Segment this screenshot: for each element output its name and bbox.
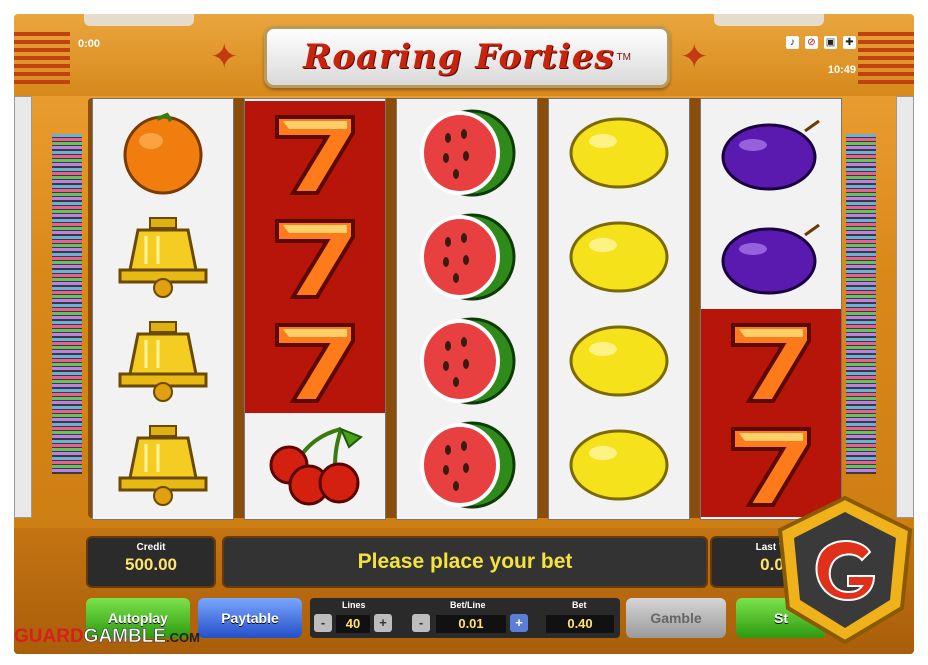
bet-value: 0.40 (546, 615, 614, 633)
guardgamble-badge-icon (777, 495, 913, 645)
watermelon-symbol-icon (397, 101, 537, 205)
lemon-symbol-icon (549, 101, 689, 205)
status-icons: ♪ ⊘ ▣ ✚ (786, 36, 856, 49)
reel-3 (396, 98, 538, 520)
game-logo: Roaring Forties TM (264, 26, 670, 88)
reel-5 (700, 98, 842, 520)
top-tab-right (714, 14, 824, 26)
watermark-part-1: GUARD (14, 626, 84, 647)
credit-value: 500.00 (125, 555, 177, 574)
gamble-button[interactable]: Gamble (626, 598, 726, 638)
betline-minus-button[interactable]: - (412, 614, 430, 632)
orange-symbol-icon (93, 101, 233, 205)
watermelon-symbol-icon (397, 205, 537, 309)
lines-minus-button[interactable]: - (314, 614, 332, 632)
fullscreen-icon[interactable]: ▣ (824, 36, 837, 49)
sparkle-star-icon: ✦ (680, 38, 709, 76)
bell-symbol-icon (93, 205, 233, 309)
credit-label: Credit (136, 542, 166, 553)
settings-icon[interactable]: ✚ (843, 36, 856, 49)
lemon-symbol-icon (549, 413, 689, 517)
session-timer: 0:00 (78, 38, 101, 50)
bet-label: Bet (572, 600, 587, 610)
plum-symbol-icon (701, 101, 841, 205)
music-icon[interactable]: ♪ (786, 36, 799, 49)
seven-symbol-icon (701, 309, 841, 413)
watermark-part-3: .COM (166, 630, 200, 645)
watermelon-symbol-icon (397, 309, 537, 413)
reel-2 (244, 98, 386, 520)
reel-area (88, 98, 842, 520)
plum-symbol-icon (701, 205, 841, 309)
lines-value: 40 (336, 615, 370, 633)
seven-symbol-icon (245, 309, 385, 413)
sound-icon[interactable]: ⊘ (805, 36, 818, 49)
clock: 10:49 (827, 64, 856, 76)
bell-symbol-icon (93, 413, 233, 517)
watermelon-symbol-icon (397, 413, 537, 517)
betline-plus-button[interactable]: + (510, 614, 528, 632)
side-panel-right (896, 96, 914, 518)
lemon-symbol-icon (549, 205, 689, 309)
credit-display: Credit 500.00 (86, 536, 216, 588)
payline-markers-left (52, 134, 82, 474)
paytable-button[interactable]: Paytable (198, 598, 302, 638)
watermark: GUARDGAMBLE.COM (14, 626, 200, 648)
cherries-symbol-icon (245, 413, 385, 517)
decor-stripes-left (14, 32, 70, 84)
watermark-part-2: GAMBLE (83, 626, 166, 648)
reel-1 (92, 98, 234, 520)
betline-label: Bet/Line (450, 600, 486, 610)
sparkle-star-icon: ✦ (210, 38, 239, 76)
seven-symbol-icon (245, 101, 385, 205)
message-display: Please place your bet (222, 536, 708, 588)
decor-stripes-right (858, 32, 914, 84)
trademark: TM (616, 51, 631, 63)
betline-value: 0.01 (436, 615, 506, 633)
side-panel-left (14, 96, 32, 518)
seven-symbol-icon (245, 205, 385, 309)
lines-label: Lines (342, 600, 366, 610)
bell-symbol-icon (93, 309, 233, 413)
lemon-symbol-icon (549, 309, 689, 413)
reel-4 (548, 98, 690, 520)
game-title: Roaring Forties (303, 37, 615, 77)
lines-plus-button[interactable]: + (374, 614, 392, 632)
payline-markers-right (846, 134, 876, 474)
top-tab-left (84, 14, 194, 26)
